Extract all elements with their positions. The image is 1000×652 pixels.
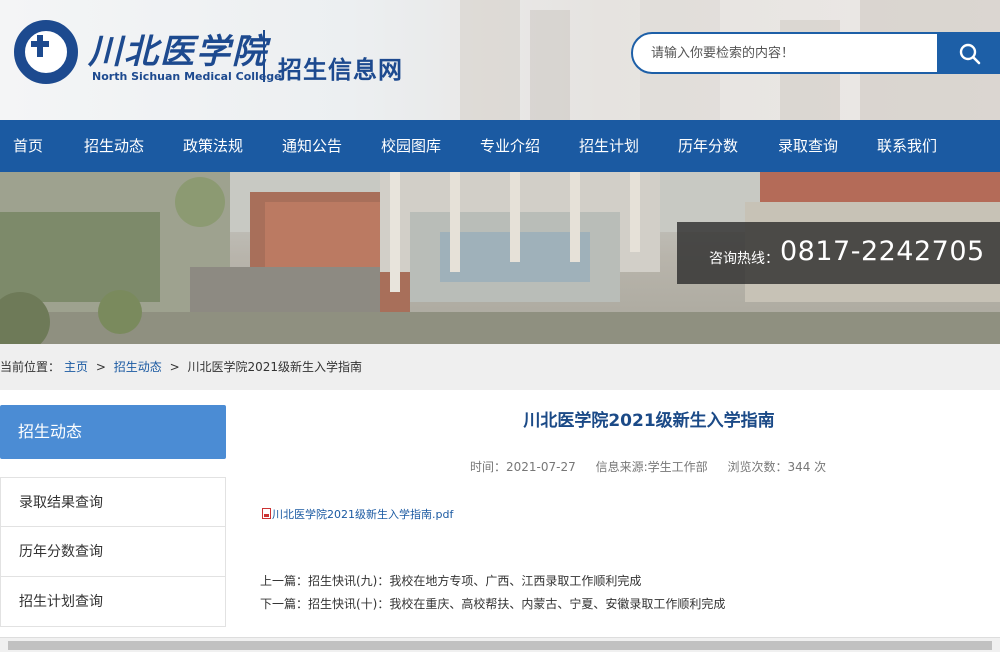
sidebar-item-admission-results[interactable]: 录取结果查询 bbox=[0, 477, 226, 527]
horizontal-scrollbar[interactable] bbox=[0, 637, 1000, 652]
nav-admission-query[interactable]: 录取查询 bbox=[778, 120, 838, 172]
nav-admission-news[interactable]: 招生动态 bbox=[84, 120, 144, 172]
logo-divider bbox=[263, 30, 265, 82]
nav-home[interactable]: 首页 bbox=[13, 120, 43, 172]
search-button[interactable] bbox=[937, 34, 999, 72]
breadcrumb-separator: > bbox=[169, 360, 180, 374]
search-box bbox=[631, 32, 1000, 74]
article-source: 信息来源:学生工作部 bbox=[595, 460, 708, 474]
sidebar-item-past-scores[interactable]: 历年分数查询 bbox=[0, 527, 226, 577]
nav-contact[interactable]: 联系我们 bbox=[877, 120, 937, 172]
sidebar-heading[interactable]: 招生动态 bbox=[0, 405, 226, 459]
breadcrumb-section[interactable]: 招生动态 bbox=[114, 360, 162, 374]
college-name-en: North Sichuan Medical College bbox=[92, 70, 282, 83]
sidebar-item-admission-plan[interactable]: 招生计划查询 bbox=[0, 577, 226, 627]
hotline-number: 0817-2242705 bbox=[780, 236, 985, 267]
breadcrumb-prefix: 当前位置： bbox=[0, 360, 61, 374]
article-meta: 时间：2021-07-27 信息来源:学生工作部 浏览次数：344 次 bbox=[470, 458, 842, 475]
nav-admission-plan[interactable]: 招生计划 bbox=[579, 120, 639, 172]
breadcrumb-home[interactable]: 主页 bbox=[64, 360, 88, 374]
article-views: 浏览次数：344 次 bbox=[727, 460, 827, 474]
college-name-cn[interactable]: 川北医学院 bbox=[88, 24, 268, 73]
next-article-link[interactable]: 下一篇：招生快讯(十)：我校在重庆、高校帮扶、内蒙古、宁夏、安徽录取工作顺利完成 bbox=[260, 595, 725, 612]
hotline-box: 咨询热线： 0817-2242705 bbox=[677, 222, 1000, 284]
main-nav: 首页 招生动态 政策法规 通知公告 校园图库 专业介绍 招生计划 历年分数 录取… bbox=[0, 120, 1000, 172]
breadcrumb-separator: > bbox=[95, 360, 106, 374]
article-time: 时间：2021-07-27 bbox=[470, 460, 576, 474]
site-title: 招生信息网 bbox=[278, 56, 403, 84]
hotline-label: 咨询热线： bbox=[709, 251, 779, 267]
article-title: 川北医学院2021级新生入学指南 bbox=[523, 411, 775, 431]
nav-campus-gallery[interactable]: 校园图库 bbox=[381, 120, 441, 172]
attachment-link[interactable]: 川北医学院2021级新生入学指南.pdf bbox=[262, 506, 453, 522]
nav-past-scores[interactable]: 历年分数 bbox=[678, 120, 738, 172]
search-input[interactable] bbox=[651, 42, 931, 64]
nav-notices[interactable]: 通知公告 bbox=[282, 120, 342, 172]
breadcrumb: 当前位置： 主页 > 招生动态 > 川北医学院2021级新生入学指南 bbox=[0, 344, 1000, 390]
nav-majors[interactable]: 专业介绍 bbox=[480, 120, 540, 172]
breadcrumb-current: 川北医学院2021级新生入学指南 bbox=[187, 360, 363, 374]
pdf-icon bbox=[262, 508, 271, 519]
prev-article-link[interactable]: 上一篇：招生快讯(九)：我校在地方专项、广西、江西录取工作顺利完成 bbox=[260, 572, 641, 589]
attachment-filename[interactable]: 川北医学院2021级新生入学指南.pdf bbox=[272, 508, 453, 521]
scrollbar-thumb[interactable] bbox=[8, 641, 992, 650]
search-icon bbox=[959, 43, 981, 65]
college-seal-logo[interactable] bbox=[14, 20, 78, 84]
site-header: 川北医学院 North Sichuan Medical College 招生信息… bbox=[0, 0, 1000, 120]
nav-policies[interactable]: 政策法规 bbox=[183, 120, 243, 172]
